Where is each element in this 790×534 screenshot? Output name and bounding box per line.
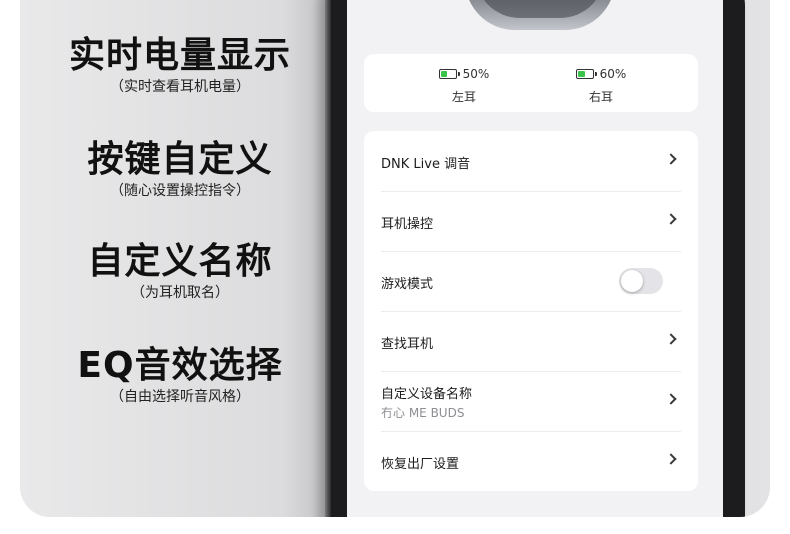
feature-title: 实时电量显示 xyxy=(68,35,291,76)
menu-item-label: 自定义设备名称 xyxy=(381,387,473,402)
settings-menu: DNK Live 调音 耳机操控 游戏模式 查找耳机 自定义设备名称 冇心 ME… xyxy=(364,131,698,491)
menu-item-label: 游戏模式 xyxy=(381,277,434,292)
menu-item-device-name[interactable]: 自定义设备名称 冇心 ME BUDS xyxy=(381,371,681,432)
chevron-right-icon xyxy=(665,453,677,465)
feature-subtitle: （为耳机取名） xyxy=(131,285,229,301)
device-name-value: 冇心 ME BUDS xyxy=(381,406,465,420)
battery-card: 50% 左耳 60% 右耳 xyxy=(364,54,698,112)
feature-buttons: 按键自定义 （随心设置操控指令） xyxy=(60,138,300,200)
chevron-right-icon xyxy=(665,393,677,405)
chevron-right-icon xyxy=(665,333,677,345)
menu-item-controls[interactable]: 耳机操控 xyxy=(381,191,681,252)
feature-subtitle: （自由选择听音风格） xyxy=(110,389,250,405)
feature-title: 按键自定义 xyxy=(87,139,273,180)
earbuds-case-image xyxy=(465,0,615,30)
menu-item-game-mode: 游戏模式 xyxy=(381,251,681,312)
chevron-right-icon xyxy=(665,153,677,165)
menu-item-label: DNK Live 调音 xyxy=(381,157,471,172)
phone-screen: 50% 左耳 60% 右耳 DNK Live 调音 耳机操控 游戏模式 查找耳机… xyxy=(347,0,723,517)
menu-item-label: 耳机操控 xyxy=(381,217,434,232)
feature-eq: EQ音效选择 （自由选择听音风格） xyxy=(60,344,300,406)
battery-right-percent: 60% xyxy=(599,67,627,81)
phone-frame: 50% 左耳 60% 右耳 DNK Live 调音 耳机操控 游戏模式 查找耳机… xyxy=(325,0,745,517)
feature-title: EQ音效选择 xyxy=(77,345,283,386)
menu-item-dnk-live[interactable]: DNK Live 调音 xyxy=(381,131,681,192)
game-mode-toggle[interactable] xyxy=(619,268,663,294)
battery-right: 60% 右耳 xyxy=(551,66,651,105)
feature-subtitle: （随心设置操控指令） xyxy=(110,183,250,199)
chevron-right-icon xyxy=(665,213,677,225)
menu-item-factory-reset[interactable]: 恢复出厂设置 xyxy=(381,431,681,491)
battery-right-label: 右耳 xyxy=(588,90,613,104)
battery-left-label: 左耳 xyxy=(451,90,476,104)
menu-item-label: 查找耳机 xyxy=(381,337,434,352)
menu-item-find-earbuds[interactable]: 查找耳机 xyxy=(381,311,681,372)
background-panel: 实时电量显示 （实时查看耳机电量） 按键自定义 （随心设置操控指令） 自定义名称… xyxy=(20,0,770,517)
toggle-knob xyxy=(621,270,643,292)
feature-subtitle: （实时查看耳机电量） xyxy=(110,79,250,95)
feature-name: 自定义名称 （为耳机取名） xyxy=(60,240,300,302)
battery-icon xyxy=(438,69,460,79)
menu-item-label: 恢复出厂设置 xyxy=(381,457,460,472)
feature-battery: 实时电量显示 （实时查看耳机电量） xyxy=(60,34,300,96)
battery-left: 50% 左耳 xyxy=(414,66,514,105)
battery-icon xyxy=(575,69,597,79)
feature-title: 自定义名称 xyxy=(87,241,273,282)
battery-left-percent: 50% xyxy=(462,67,490,81)
